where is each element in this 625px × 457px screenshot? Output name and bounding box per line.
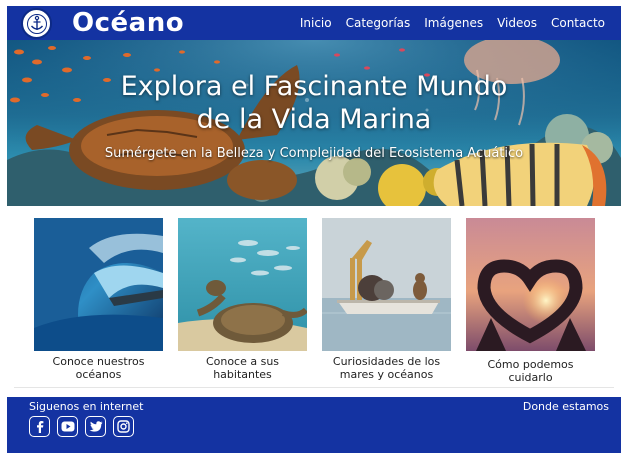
card-caption-line1: Conoce nuestros bbox=[52, 355, 145, 368]
navbar: Océano Inicio Categorías Imágenes Videos… bbox=[7, 6, 621, 40]
hero-subtitle: Sumérgete en la Belleza y Complejidad de… bbox=[104, 146, 524, 161]
nav-link-inicio[interactable]: Inicio bbox=[300, 16, 332, 30]
card-curiosidades[interactable]: Curiosidades de los mares y océanos bbox=[322, 218, 451, 381]
card-caption: Conoce nuestros océanos bbox=[34, 355, 163, 381]
brand-title[interactable]: Océano bbox=[72, 6, 184, 40]
wave-image[interactable] bbox=[34, 218, 163, 351]
section-divider bbox=[14, 387, 614, 388]
card-cuidarlo[interactable]: Cómo podemos cuidarlo bbox=[466, 218, 595, 384]
card-caption-line2: habitantes bbox=[213, 368, 272, 381]
nav-link-videos[interactable]: Videos bbox=[497, 16, 537, 30]
card-caption-line2: océanos bbox=[75, 368, 122, 381]
where-link[interactable]: Donde estamos bbox=[523, 400, 609, 413]
hero-title: Explora el Fascinante Mundo de la Vida M… bbox=[7, 70, 621, 136]
nav-link-categorias[interactable]: Categorías bbox=[346, 16, 411, 30]
social-links bbox=[29, 416, 134, 437]
card-caption: Cómo podemos cuidarlo bbox=[466, 358, 595, 384]
card-caption-line1: Curiosidades de los bbox=[332, 355, 441, 368]
hero-title-line2: de la Vida Marina bbox=[196, 104, 432, 135]
heart-hands-image[interactable] bbox=[466, 218, 595, 351]
turtle-image[interactable] bbox=[178, 218, 307, 351]
youtube-icon[interactable] bbox=[57, 416, 78, 437]
category-cards: Conoce nuestros océanos Conoce a sus hab… bbox=[7, 218, 621, 386]
card-habitantes[interactable]: Conoce a sus habitantes bbox=[178, 218, 307, 381]
nav-link-imagenes[interactable]: Imágenes bbox=[424, 16, 483, 30]
facebook-icon[interactable] bbox=[29, 416, 50, 437]
nav-link-contacto[interactable]: Contacto bbox=[551, 16, 605, 30]
anchor-logo-icon[interactable] bbox=[21, 8, 52, 39]
page: Océano Inicio Categorías Imágenes Videos… bbox=[7, 6, 621, 453]
hero-banner: Explora el Fascinante Mundo de la Vida M… bbox=[7, 40, 621, 206]
main-menu: Inicio Categorías Imágenes Videos Contac… bbox=[300, 6, 605, 40]
card-caption-line1: Cómo podemos bbox=[487, 358, 574, 371]
hero-title-line1: Explora el Fascinante Mundo bbox=[120, 71, 508, 102]
card-caption-line2: cuidarlo bbox=[508, 371, 553, 384]
card-caption-line2: mares y océanos bbox=[339, 368, 434, 381]
follow-label: Siguenos en internet bbox=[29, 400, 144, 413]
footer: Siguenos en internet Donde estamos bbox=[7, 397, 621, 453]
instagram-icon[interactable] bbox=[113, 416, 134, 437]
boat-animals-image[interactable] bbox=[322, 218, 451, 351]
card-oceanos[interactable]: Conoce nuestros océanos bbox=[34, 218, 163, 381]
card-caption: Conoce a sus habitantes bbox=[178, 355, 307, 381]
card-caption-line1: Conoce a sus bbox=[205, 355, 280, 368]
card-caption: Curiosidades de los mares y océanos bbox=[322, 355, 451, 381]
twitter-icon[interactable] bbox=[85, 416, 106, 437]
